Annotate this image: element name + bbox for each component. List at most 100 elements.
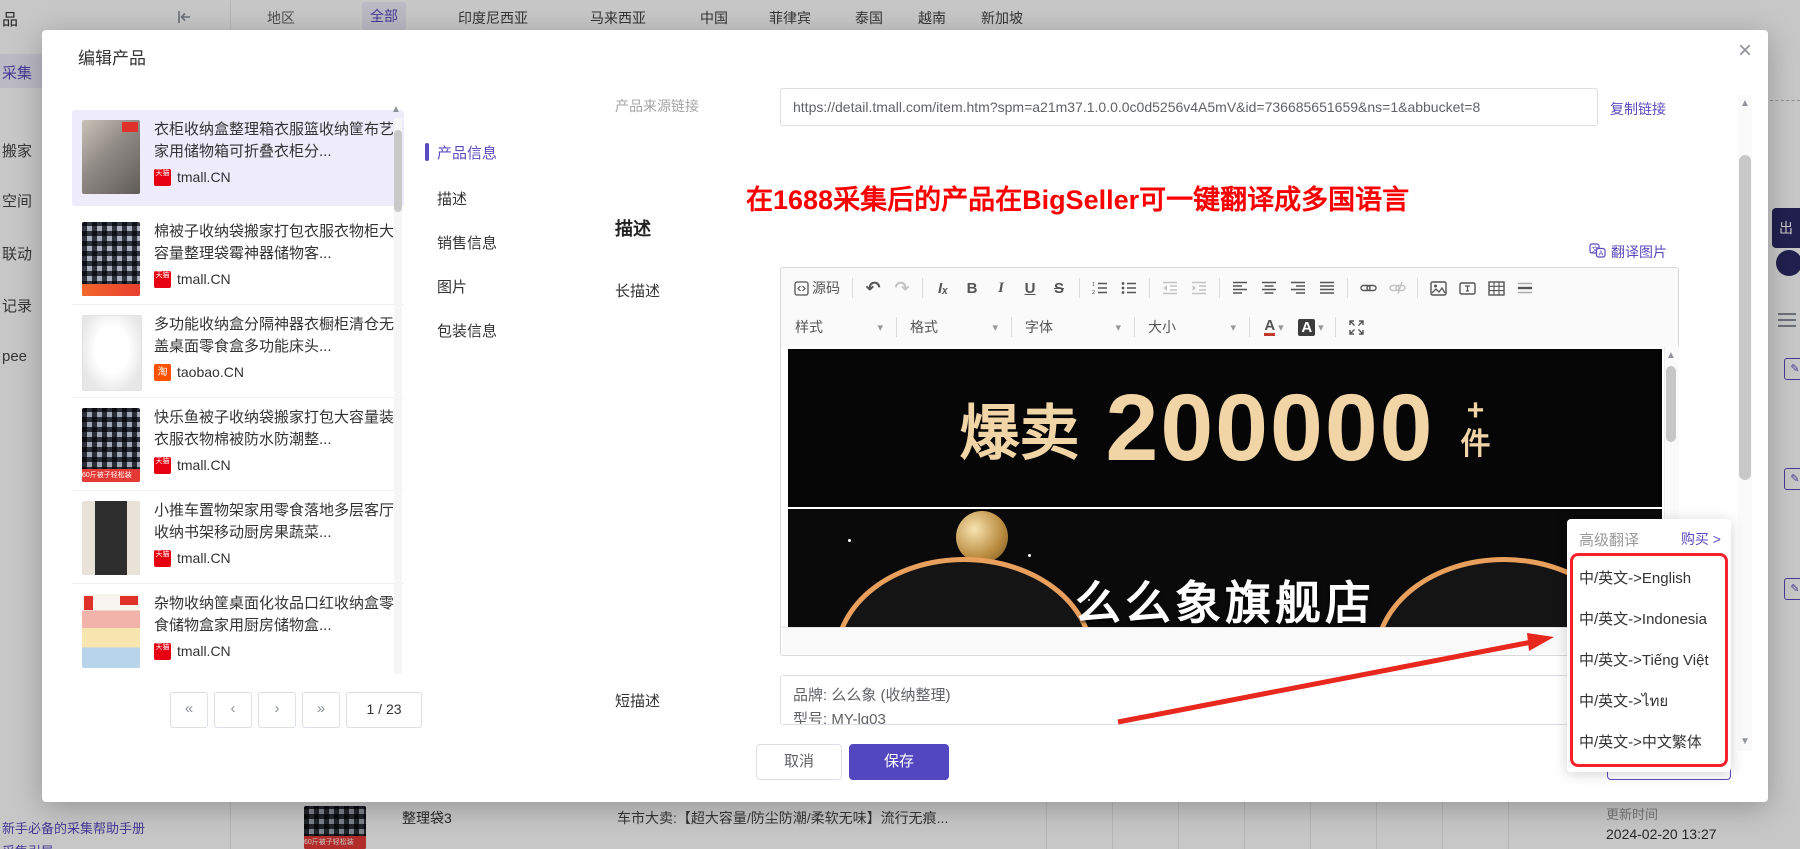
translate-image-label: 翻译图片 — [1611, 244, 1667, 260]
bold-icon[interactable]: B — [959, 275, 985, 301]
italic-icon[interactable]: I — [988, 275, 1014, 301]
strikethrough-icon[interactable]: S — [1046, 275, 1072, 301]
modal-scroll-up-icon[interactable]: ▲ — [1740, 98, 1750, 109]
align-justify-icon[interactable] — [1314, 275, 1340, 301]
align-left-icon[interactable] — [1227, 275, 1253, 301]
tab-images[interactable]: 图片 — [437, 276, 467, 297]
tab-sales-info[interactable]: 销售信息 — [437, 232, 497, 253]
product-source: tmall.CN — [177, 643, 231, 659]
tab-description[interactable]: 描述 — [437, 188, 467, 209]
product-list-item[interactable]: 小推车置物架家用零食落地多层客厅收纳书架移动厨房果蔬菜... 天猫 tmall.C… — [72, 491, 404, 584]
editor-toolbar-row2: 样式 ▾ 格式 ▾ 字体 ▾ 大小 ▾ A ▾ A ▾ — [781, 308, 1678, 347]
product-thumbnail[interactable]: 60斤被子轻松装 — [82, 408, 140, 482]
translate-option-thai[interactable]: 中/英文->ไทย — [1579, 684, 1668, 720]
caret-down-icon: ▾ — [1230, 321, 1236, 334]
size-dropdown[interactable]: 大小 ▾ — [1142, 314, 1242, 340]
advanced-translate-label: 高级翻译 — [1579, 532, 1640, 549]
svg-text:1: 1 — [1092, 282, 1095, 288]
sale-badge: 60斤被子轻松装 — [82, 469, 140, 482]
product-thumbnail[interactable] — [82, 120, 140, 194]
product-thumbnail[interactable] — [82, 222, 140, 296]
page-first-button[interactable]: « — [170, 692, 208, 728]
text-field-icon[interactable] — [1454, 275, 1480, 301]
product-list: 衣柜收纳盒整理箱衣服篮收纳筐布艺家用储物箱可折叠衣柜分... 天猫 tmall.C… — [72, 100, 412, 682]
copy-link-button[interactable]: 复制链接 — [1610, 99, 1666, 119]
unlink-icon[interactable] — [1384, 275, 1410, 301]
link-icon[interactable] — [1355, 275, 1381, 301]
product-thumbnail[interactable] — [82, 501, 140, 575]
list-scrollbar-thumb[interactable] — [394, 130, 402, 212]
list-scroll-up-icon[interactable]: ▲ — [391, 104, 401, 115]
page-next-button[interactable]: › — [258, 692, 296, 728]
toolbar-separator — [1011, 317, 1012, 337]
indent-icon[interactable] — [1186, 275, 1212, 301]
source-link-label: 产品来源链接 — [615, 98, 699, 114]
rich-text-editor: 源码 ↶ ↷ Iₓ B I U S 12 样式 ▾ 格式 ▾ 字体 ▾ 大小 ▾… — [780, 267, 1679, 656]
redo-icon[interactable]: ↷ — [889, 275, 915, 301]
product-title: 杂物收纳筐桌面化妆品口红收纳盒零食储物盒家用厨房储物盒... — [154, 595, 395, 634]
translate-option-vietnamese[interactable]: 中/英文->Tiếng Việt — [1579, 643, 1709, 679]
product-thumbnail[interactable] — [82, 315, 142, 391]
purchase-link[interactable]: 购买 > — [1681, 529, 1721, 550]
style-dropdown[interactable]: 样式 ▾ — [789, 314, 889, 340]
page-prev-button[interactable]: ‹ — [214, 692, 252, 728]
toolbar-separator — [1417, 278, 1418, 298]
long-desc-label: 长描述 — [615, 283, 661, 300]
tab-product-info[interactable]: 产品信息 — [437, 142, 497, 163]
product-title: 小推车置物架家用零食落地多层客厅收纳书架移动厨房果蔬菜... — [154, 502, 395, 541]
product-source: tmall.CN — [177, 169, 231, 185]
product-list-item[interactable]: 多功能收纳盒分隔神器衣橱柜清仓无盖桌面零食盒多功能床头... 淘 taobao.C… — [72, 305, 404, 398]
text-color-button[interactable]: A ▾ — [1257, 314, 1291, 340]
save-button[interactable]: 保存 — [849, 744, 949, 780]
undo-icon[interactable]: ↶ — [860, 275, 886, 301]
align-right-icon[interactable] — [1285, 275, 1311, 301]
tab-packaging-info[interactable]: 包装信息 — [437, 320, 497, 341]
product-title: 多功能收纳盒分隔神器衣橱柜清仓无盖桌面零食盒多功能床头... — [154, 316, 395, 355]
bullet-list-icon[interactable] — [1116, 275, 1142, 301]
ordered-list-icon[interactable]: 12 — [1087, 275, 1113, 301]
caret-down-icon: ▾ — [1115, 321, 1121, 334]
modal-scrollbar-thumb[interactable] — [1739, 155, 1751, 480]
product-list-item[interactable]: 60斤被子轻松装 快乐鱼被子收纳袋搬家打包大容量装衣服衣物棉被防水防潮整... … — [72, 398, 404, 491]
modal-scroll-down-icon[interactable]: ▼ — [1740, 736, 1750, 747]
horizontal-rule-icon[interactable] — [1512, 275, 1538, 301]
editor-scrollbar-thumb[interactable] — [1666, 366, 1676, 442]
modal-title: 编辑产品 — [78, 49, 146, 68]
insert-image-icon[interactable] — [1425, 275, 1451, 301]
remove-format-icon[interactable]: Iₓ — [930, 275, 956, 301]
product-banner-image: 爆卖 200000 + 件 — [788, 349, 1662, 507]
tmall-badge-icon: 天猫 — [154, 642, 171, 660]
product-thumbnail[interactable] — [82, 594, 140, 668]
font-dropdown[interactable]: 字体 ▾ — [1019, 314, 1127, 340]
editor-scroll-up-icon[interactable]: ▲ — [1666, 350, 1676, 361]
banner-unit-plus: + — [1466, 394, 1485, 427]
maximize-icon[interactable] — [1343, 314, 1369, 340]
bg-color-button[interactable]: A ▾ — [1294, 314, 1328, 340]
size-dropdown-label: 大小 — [1148, 319, 1176, 335]
product-list-item[interactable]: 杂物收纳筐桌面化妆品口红收纳盒零食储物盒家用厨房储物盒... 天猫 tmall.C… — [72, 584, 404, 682]
underline-icon[interactable]: U — [1017, 275, 1043, 301]
source-url-value: https://detail.tmall.com/item.htm?spm=a2… — [793, 99, 1481, 115]
editor-content-area[interactable]: 爆卖 200000 + 件 么么象旗舰店 ▲ — [782, 346, 1679, 629]
format-dropdown[interactable]: 格式 ▾ — [904, 314, 1004, 340]
align-center-icon[interactable] — [1256, 275, 1282, 301]
red-annotation-text: 在1688采集后的产品在BigSeller可一键翻译成多国语言 — [746, 185, 1410, 215]
caret-down-icon: ▾ — [1318, 321, 1324, 334]
tmall-badge-icon: 天猫 — [154, 456, 171, 474]
insert-table-icon[interactable] — [1483, 275, 1509, 301]
product-list-item[interactable]: 棉被子收纳袋搬家打包衣服衣物柜大容量整理袋霉神器储物客... 天猫 tmall.C… — [72, 212, 404, 305]
translate-option-traditional-chinese[interactable]: 中/英文->中文繁体 — [1579, 725, 1702, 761]
sparkle — [1028, 554, 1031, 557]
page-last-button[interactable]: » — [302, 692, 340, 728]
source-url-input[interactable]: https://detail.tmall.com/item.htm?spm=a2… — [780, 88, 1598, 126]
store-banner-image: 么么象旗舰店 — [788, 509, 1662, 629]
translate-option-english[interactable]: 中/英文->English — [1579, 561, 1691, 597]
outdent-icon[interactable] — [1157, 275, 1183, 301]
translate-image-link[interactable]: 文A 翻译图片 — [1589, 242, 1667, 262]
cancel-button[interactable]: 取消 — [756, 744, 842, 780]
toolbar-separator — [922, 278, 923, 298]
product-list-item[interactable]: 衣柜收纳盒整理箱衣服篮收纳筐布艺家用储物箱可折叠衣柜分... 天猫 tmall.C… — [72, 110, 404, 206]
source-code-button[interactable]: 源码 — [789, 275, 845, 301]
close-icon[interactable]: × — [1732, 38, 1758, 64]
translate-option-indonesia[interactable]: 中/英文->Indonesia — [1579, 602, 1707, 638]
